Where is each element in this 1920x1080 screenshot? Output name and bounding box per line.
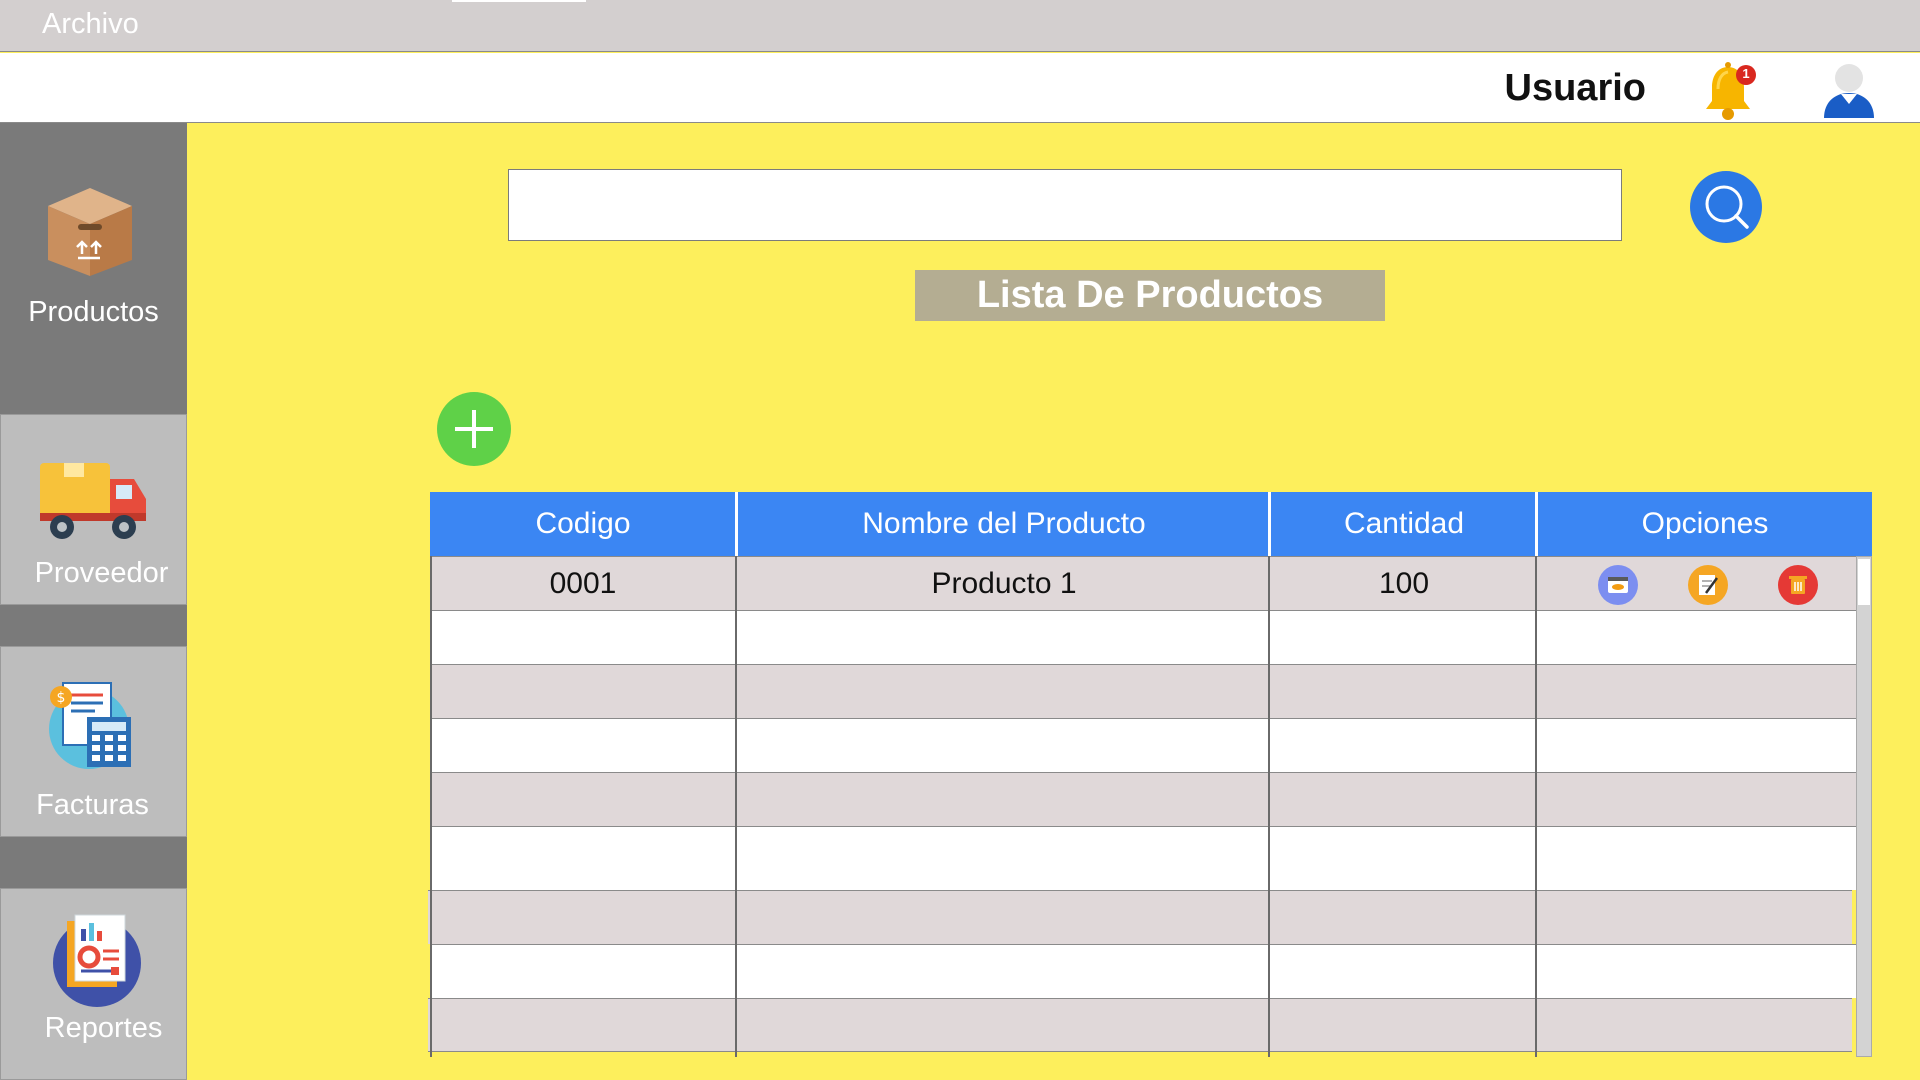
- edit-icon: [1699, 575, 1719, 595]
- cell-nombre: [738, 827, 1270, 881]
- table-row[interactable]: 0001 Producto 1 100: [430, 556, 1856, 610]
- menu-indicator: [452, 0, 586, 2]
- notification-bell-icon[interactable]: 1: [1695, 59, 1761, 125]
- column-header-codigo: Codigo: [535, 507, 631, 540]
- svg-text:$: $: [57, 690, 66, 706]
- menu-archivo[interactable]: Archivo: [42, 8, 139, 41]
- table-row[interactable]: [428, 998, 1852, 1052]
- sidebar-item-facturas[interactable]: $ Facturas: [0, 646, 187, 837]
- table-row[interactable]: [430, 664, 1856, 718]
- column-header-cantidad: Cantidad: [1343, 507, 1465, 540]
- view-icon: [1608, 577, 1628, 593]
- truck-icon: [40, 463, 146, 539]
- top-header: Usuario 1: [0, 53, 1920, 123]
- report-icon: [53, 914, 141, 1007]
- cell-codigo: [428, 999, 734, 1053]
- table-row[interactable]: [430, 718, 1856, 772]
- user-avatar-icon[interactable]: [1816, 58, 1882, 124]
- search-button[interactable]: [1690, 171, 1762, 243]
- sidebar-item-label: Reportes: [44, 1012, 163, 1044]
- search-input[interactable]: [508, 169, 1622, 241]
- cell-codigo: [430, 611, 736, 665]
- cell-codigo: [430, 665, 736, 719]
- sidebar-item-proveedor[interactable]: Proveedor: [0, 414, 187, 605]
- cell-cantidad: [1269, 999, 1535, 1053]
- column-divider: [1535, 556, 1537, 1057]
- add-product-button[interactable]: [437, 392, 511, 466]
- plus-icon: [455, 410, 493, 448]
- cell-nombre: [738, 945, 1270, 999]
- cell-codigo: [430, 827, 736, 881]
- cell-codigo: [430, 773, 736, 827]
- column-divider: [1268, 556, 1270, 1057]
- delete-button[interactable]: [1778, 565, 1818, 605]
- cell-nombre: [738, 719, 1270, 773]
- sidebar-item-label: Facturas: [36, 789, 149, 821]
- delete-icon: [1789, 576, 1807, 594]
- cell-cantidad: [1271, 719, 1537, 773]
- cell-nombre: [738, 773, 1270, 827]
- products-table: Codigo Nombre del Producto Cantidad Opci…: [428, 492, 1872, 1057]
- cell-cantidad: 100: [1378, 567, 1430, 600]
- table-row[interactable]: [430, 826, 1856, 890]
- scrollbar-thumb[interactable]: [1858, 559, 1870, 605]
- table-row[interactable]: [428, 890, 1852, 944]
- column-divider: [735, 556, 737, 1057]
- search-icon: [1705, 185, 1749, 229]
- sidebar: Productos Proveedor $ Facturas Reportes: [0, 123, 187, 1080]
- sidebar-item-label: Proveedor: [34, 557, 169, 589]
- column-divider: [430, 556, 432, 1057]
- sidebar-item-productos[interactable]: Productos: [0, 123, 187, 413]
- cell-cantidad: [1271, 945, 1537, 999]
- cell-codigo: [428, 891, 734, 945]
- cell-nombre: [738, 611, 1270, 665]
- cell-cantidad: [1269, 891, 1535, 945]
- cell-cantidad: [1271, 827, 1537, 881]
- sidebar-item-reportes[interactable]: Reportes: [0, 888, 187, 1080]
- table-header: Codigo Nombre del Producto Cantidad Opci…: [430, 492, 1872, 556]
- invoice-calculator-icon: $: [49, 682, 131, 769]
- view-button[interactable]: [1598, 565, 1638, 605]
- notification-count-badge: 1: [1742, 66, 1750, 81]
- edit-button[interactable]: [1688, 565, 1728, 605]
- table-scrollbar[interactable]: [1856, 556, 1872, 1057]
- cell-cantidad: [1271, 665, 1537, 719]
- cell-codigo: [430, 945, 736, 999]
- cell-nombre: [738, 665, 1270, 719]
- column-header-opciones: Opciones: [1641, 507, 1769, 540]
- box-icon: [48, 188, 132, 276]
- username-label: Usuario: [1504, 67, 1646, 109]
- table-row[interactable]: [430, 610, 1856, 664]
- cell-nombre: Producto 1: [931, 567, 1077, 600]
- cell-nombre: [736, 999, 1268, 1053]
- cell-cantidad: [1271, 611, 1537, 665]
- menu-bar: Archivo: [0, 0, 1920, 52]
- sidebar-item-label: Productos: [28, 296, 159, 328]
- cell-codigo: 0001: [549, 567, 617, 600]
- table-row[interactable]: [430, 944, 1856, 998]
- cell-nombre: [736, 891, 1268, 945]
- column-header-nombre: Nombre del Producto: [862, 507, 1146, 540]
- cell-cantidad: [1271, 773, 1537, 827]
- page-title: Lista De Productos: [915, 270, 1385, 321]
- cell-codigo: [430, 719, 736, 773]
- table-row[interactable]: [430, 772, 1856, 826]
